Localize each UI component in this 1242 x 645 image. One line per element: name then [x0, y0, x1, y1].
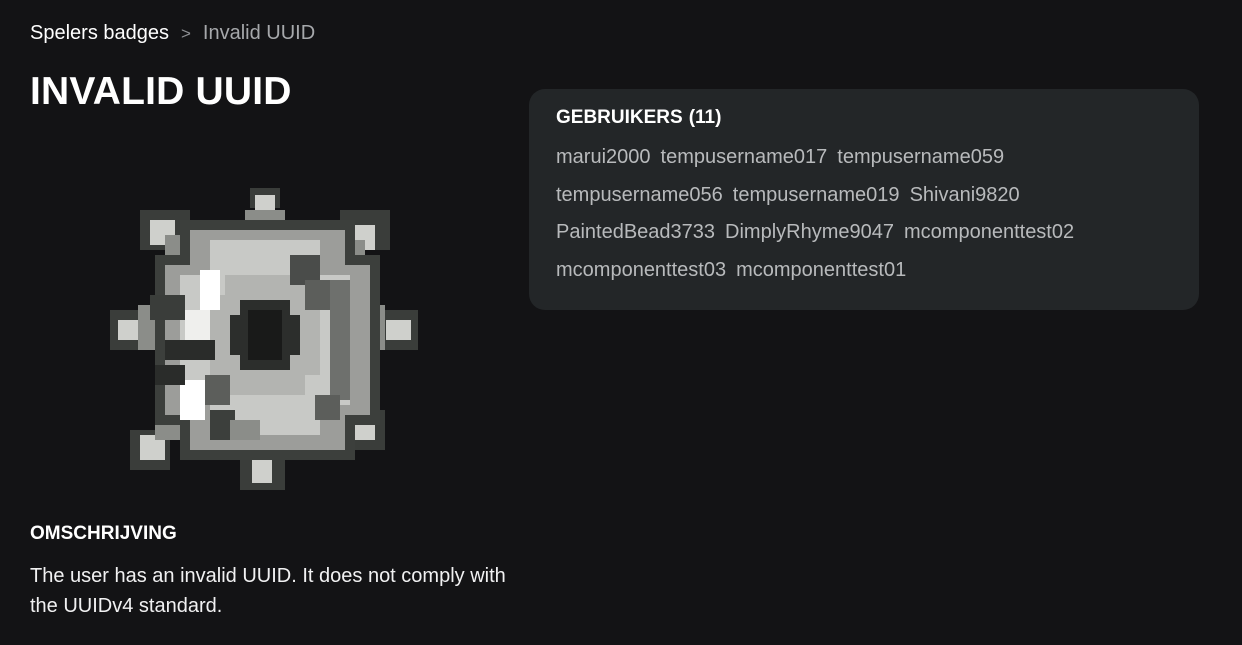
user-link[interactable]: tempusername019 [733, 177, 900, 215]
user-link[interactable]: tempusername059 [837, 139, 1004, 177]
user-link[interactable]: tempusername056 [556, 177, 723, 215]
description-text: The user has an invalid UUID. It does no… [30, 565, 506, 617]
users-heading-label: GEBRUIKERS [556, 107, 683, 128]
users-list: marui2000 tempusername017 tempusername05… [556, 139, 1116, 289]
user-link[interactable]: tempusername017 [661, 139, 828, 177]
user-link[interactable]: mcomponenttest03 [556, 252, 726, 290]
user-link[interactable]: mcomponenttest01 [736, 252, 906, 290]
user-link[interactable]: marui2000 [556, 139, 651, 177]
page: Spelers badges > Invalid UUID INVALID UU… [0, 0, 1242, 645]
breadcrumb: Spelers badges > Invalid UUID [30, 22, 315, 45]
users-count: (11) [688, 107, 722, 128]
spiked-mine-broken-icon [100, 180, 428, 496]
description-heading: OMSCHRIJVING [30, 523, 177, 544]
breadcrumb-link-spelers-badges[interactable]: Spelers badges [30, 22, 169, 45]
breadcrumb-current: Invalid UUID [202, 22, 316, 44]
user-link[interactable]: PaintedBead3733 [556, 214, 715, 252]
users-card: GEBRUIKERS (11) marui2000 tempusername017… [529, 89, 1199, 310]
user-link[interactable]: DimplyRhyme9047 [725, 214, 894, 252]
user-link[interactable]: mcomponenttest02 [904, 214, 1074, 252]
breadcrumb-separator: > [180, 23, 191, 43]
page-title: INVALID UUID [30, 70, 292, 113]
users-heading: GEBRUIKERS (11) [556, 107, 1172, 129]
user-link[interactable]: Shivani9820 [910, 177, 1020, 215]
